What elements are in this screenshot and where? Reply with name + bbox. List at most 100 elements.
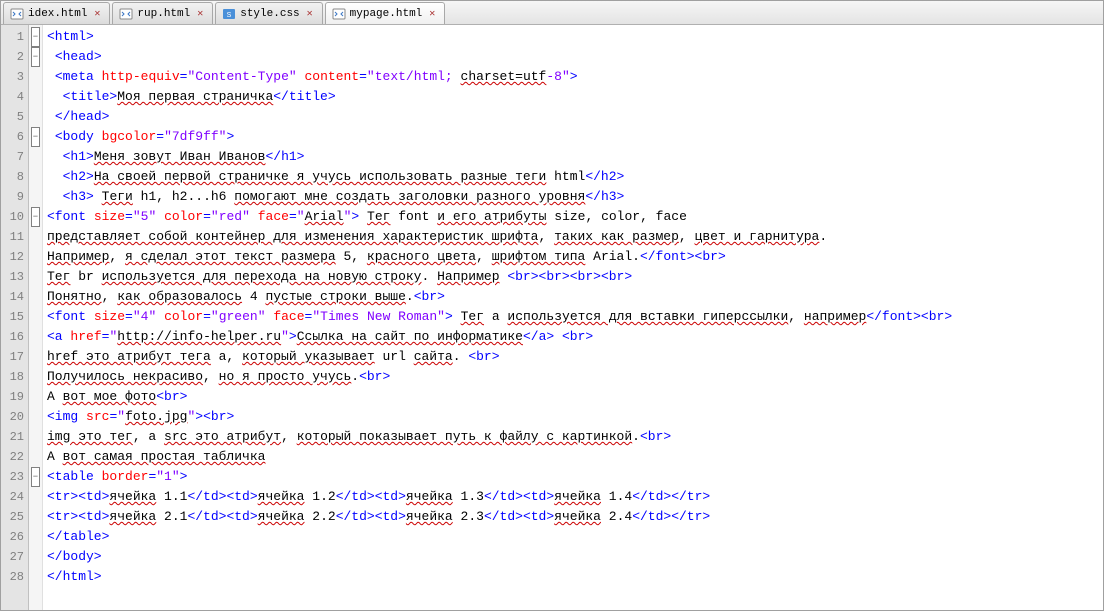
fold-slot [29, 227, 42, 247]
code-line[interactable]: <h2>На своей первой страничке я учусь ис… [47, 167, 1099, 187]
code-line[interactable]: <body bgcolor="7df9ff"> [47, 127, 1099, 147]
code-line[interactable]: <font size="5" color="red" face="Arial">… [47, 207, 1099, 227]
fold-slot [29, 527, 42, 547]
code-line[interactable]: </html> [47, 567, 1099, 587]
code-line[interactable]: А вот мое фото<br> [47, 387, 1099, 407]
fold-slot [29, 547, 42, 567]
fold-slot [29, 487, 42, 507]
fold-slot [29, 87, 42, 107]
code-line[interactable]: <h3> Теги h1, h2...h6 помогают мне созда… [47, 187, 1099, 207]
tab-label: rup.html [137, 8, 190, 20]
line-number: 21 [1, 427, 24, 447]
code-line[interactable]: <head> [47, 47, 1099, 67]
code-line[interactable]: <h1>Меня зовут Иван Иванов</h1> [47, 147, 1099, 167]
tab-style-css[interactable]: Sstyle.css ✕ [215, 2, 322, 24]
close-icon[interactable]: ✕ [91, 8, 103, 20]
fold-slot [29, 67, 42, 87]
code-line[interactable]: А вот самая простая табличка [47, 447, 1099, 467]
line-number: 22 [1, 447, 24, 467]
line-number: 3 [1, 67, 24, 87]
code-line[interactable]: <img src="foto.jpg"><br> [47, 407, 1099, 427]
code-line[interactable]: Тег br используется для перехода на нову… [47, 267, 1099, 287]
code-line[interactable]: Понятно, как образовалось 4 пустые строк… [47, 287, 1099, 307]
html-file-icon [119, 7, 133, 21]
code-line[interactable]: <table border="1"> [47, 467, 1099, 487]
line-number: 13 [1, 267, 24, 287]
html-file-icon [332, 7, 346, 21]
line-number: 15 [1, 307, 24, 327]
fold-toggle[interactable]: − [31, 207, 40, 227]
line-number: 23 [1, 467, 24, 487]
code-line[interactable]: Получилось некрасиво, но я просто учусь.… [47, 367, 1099, 387]
fold-toggle[interactable]: − [31, 467, 40, 487]
line-number: 26 [1, 527, 24, 547]
line-number: 7 [1, 147, 24, 167]
tab-idex-html[interactable]: idex.html ✕ [3, 2, 110, 24]
code-line[interactable]: представляет собой контейнер для изменен… [47, 227, 1099, 247]
line-number: 20 [1, 407, 24, 427]
editor-area: 1234567891011121314151617181920212223242… [1, 25, 1103, 610]
tab-bar: idex.html✕rup.html✕Sstyle.css✕mypage.htm… [1, 1, 1103, 25]
css-file-icon: S [222, 7, 236, 21]
code-line[interactable]: <meta http-equiv="Content-Type" content=… [47, 67, 1099, 87]
svg-text:S: S [227, 12, 232, 19]
code-area[interactable]: <html> <head> <meta http-equiv="Content-… [43, 25, 1103, 610]
tab-rup-html[interactable]: rup.html ✕ [112, 2, 213, 24]
line-number: 17 [1, 347, 24, 367]
line-number: 10 [1, 207, 24, 227]
fold-slot [29, 267, 42, 287]
line-number: 4 [1, 87, 24, 107]
line-number: 28 [1, 567, 24, 587]
fold-slot [29, 387, 42, 407]
fold-slot [29, 367, 42, 387]
code-line[interactable]: <a href="http://info-helper.ru">Ссылка н… [47, 327, 1099, 347]
code-line[interactable]: </body> [47, 547, 1099, 567]
code-line[interactable]: </head> [47, 107, 1099, 127]
code-line[interactable]: </table> [47, 527, 1099, 547]
code-line[interactable]: Например, я сделал этот текст размера 5,… [47, 247, 1099, 267]
line-number: 6 [1, 127, 24, 147]
code-line[interactable]: <html> [47, 27, 1099, 47]
fold-toggle[interactable]: − [31, 127, 40, 147]
close-icon[interactable]: ✕ [426, 8, 438, 20]
fold-slot [29, 327, 42, 347]
fold-slot: − [29, 207, 42, 227]
fold-slot [29, 247, 42, 267]
fold-slot: − [29, 467, 42, 487]
fold-slot: − [29, 27, 42, 47]
close-icon[interactable]: ✕ [194, 8, 206, 20]
tab-label: style.css [240, 8, 299, 20]
fold-slot [29, 307, 42, 327]
fold-slot: − [29, 127, 42, 147]
fold-toggle[interactable]: − [31, 27, 40, 47]
line-number: 2 [1, 47, 24, 67]
fold-slot: − [29, 47, 42, 67]
tab-label: mypage.html [350, 8, 423, 20]
fold-toggle[interactable]: − [31, 47, 40, 67]
line-number: 11 [1, 227, 24, 247]
close-icon[interactable]: ✕ [304, 8, 316, 20]
fold-slot [29, 167, 42, 187]
code-line[interactable]: <tr><td>ячейка 1.1</td><td>ячейка 1.2</t… [47, 487, 1099, 507]
fold-slot [29, 407, 42, 427]
code-line[interactable]: <font size="4" color="green" face="Times… [47, 307, 1099, 327]
fold-slot [29, 147, 42, 167]
line-number: 8 [1, 167, 24, 187]
line-number: 9 [1, 187, 24, 207]
line-number-gutter: 1234567891011121314151617181920212223242… [1, 25, 29, 610]
line-number: 19 [1, 387, 24, 407]
fold-slot [29, 447, 42, 467]
line-number: 18 [1, 367, 24, 387]
fold-slot [29, 107, 42, 127]
editor-window: idex.html✕rup.html✕Sstyle.css✕mypage.htm… [0, 0, 1104, 611]
line-number: 24 [1, 487, 24, 507]
tab-mypage-html[interactable]: mypage.html✕ [325, 2, 446, 24]
tab-label: idex.html [28, 8, 87, 20]
code-line[interactable]: <title>Моя первая страничка</title> [47, 87, 1099, 107]
line-number: 25 [1, 507, 24, 527]
code-line[interactable]: href это атрибут тега a, который указыва… [47, 347, 1099, 367]
code-line[interactable]: img это тег, а src это атрибут, который … [47, 427, 1099, 447]
fold-slot [29, 427, 42, 447]
fold-slot [29, 287, 42, 307]
code-line[interactable]: <tr><td>ячейка 2.1</td><td>ячейка 2.2</t… [47, 507, 1099, 527]
